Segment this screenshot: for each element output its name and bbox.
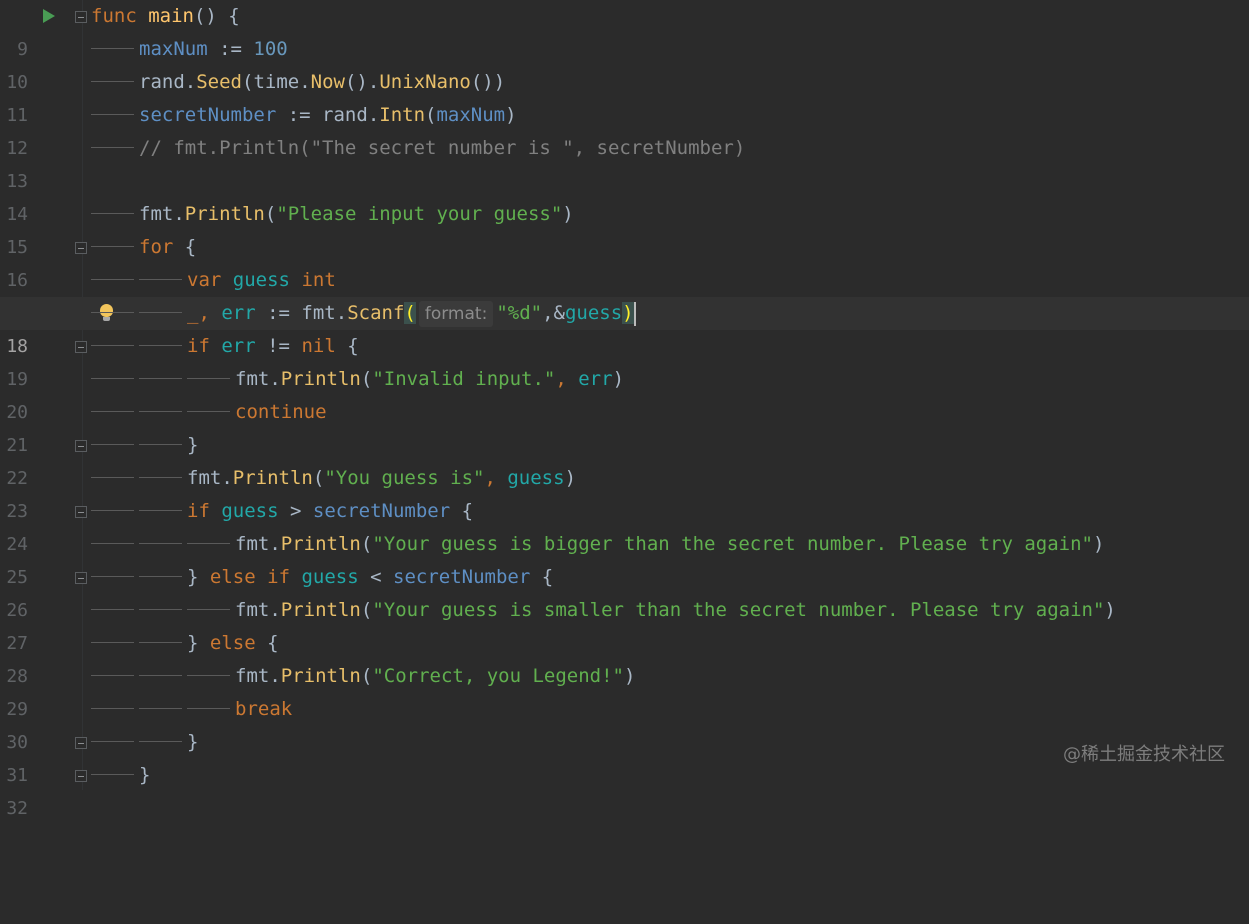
fold-icon[interactable]	[75, 770, 87, 782]
code-line[interactable]: 12 secretNumber := rand.Intn(maxNum)	[0, 99, 1249, 159]
code-line[interactable]: 26 } else if guess < secretNumber {	[0, 561, 1249, 621]
fold-icon[interactable]	[75, 341, 87, 353]
fold-icon[interactable]	[75, 506, 87, 518]
code-line[interactable]: 29 fmt.Println("Correct, you Legend!")	[0, 660, 1249, 720]
code-line[interactable]: 24 if guess > secretNumber {	[0, 495, 1249, 555]
fold-icon[interactable]	[75, 572, 87, 584]
code-line[interactable]: 28 } else {	[0, 627, 1249, 687]
code-line[interactable]: 9 func main() {	[0, 0, 1249, 60]
code-line[interactable]: 32 }	[0, 759, 1249, 819]
code-line[interactable]: 15 fmt.Println("Please input your guess"…	[0, 198, 1249, 258]
code-line[interactable]: 17 var guess int	[0, 264, 1249, 324]
code-line[interactable]: 14	[0, 165, 1249, 225]
code-line[interactable]: 21 continue	[0, 396, 1249, 456]
code-editor[interactable]: 9 func main() { 10 maxNum := 100 11 rand…	[0, 0, 1249, 819]
code-line[interactable]: 20 fmt.Println("Invalid input.", err)	[0, 363, 1249, 423]
line-number: 32	[6, 798, 28, 819]
code-line[interactable]: 23 fmt.Println("You guess is", guess)	[0, 462, 1249, 522]
fold-icon[interactable]	[75, 11, 87, 23]
code-line[interactable]: 10 maxNum := 100	[0, 33, 1249, 93]
fold-icon[interactable]	[75, 242, 87, 254]
fold-icon[interactable]	[75, 737, 87, 749]
fold-icon[interactable]	[75, 440, 87, 452]
code-line[interactable]: 30 break	[0, 693, 1249, 753]
code-line[interactable]: 19 if err != nil {	[0, 330, 1249, 390]
text-caret	[633, 301, 636, 326]
code-line[interactable]: 22 }	[0, 429, 1249, 489]
code-line[interactable]: 13 // fmt.Println("The secret number is …	[0, 132, 1249, 192]
code-line[interactable]: 25 fmt.Println("Your guess is bigger tha…	[0, 528, 1249, 588]
parameter-hint: format:	[418, 301, 494, 327]
code-line-current[interactable]: 18 _, err := fmt.Scanf(format: "%d",&gues…	[0, 297, 1249, 357]
code-line[interactable]: 31 }	[0, 726, 1249, 786]
code-line[interactable]: 27 fmt.Println("Your guess is smaller th…	[0, 594, 1249, 654]
run-icon[interactable]	[43, 9, 55, 23]
code-line[interactable]: 11 rand.Seed(time.Now().UnixNano())	[0, 66, 1249, 126]
code-line[interactable]: 16 for {	[0, 231, 1249, 291]
watermark: @稀土掘金技术社区	[1063, 744, 1225, 765]
